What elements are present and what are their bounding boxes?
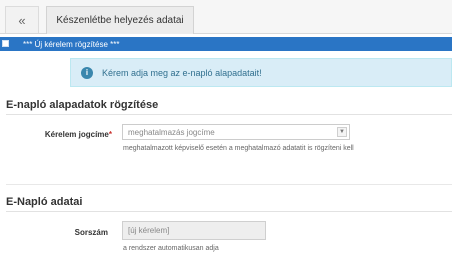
sorszam-label: Sorszám bbox=[74, 228, 108, 237]
basic-data-heading: E-napló alapadatok rögzítése bbox=[6, 99, 159, 111]
collapse-toggle-icon[interactable] bbox=[2, 40, 9, 47]
info-alert: i Kérem adja meg az e-napló alapadatait! bbox=[70, 58, 452, 87]
tab-bar: « Készenlétbe helyezés adatai bbox=[0, 0, 452, 34]
required-marker: * bbox=[108, 130, 112, 139]
divider bbox=[6, 184, 452, 185]
sorszam-help-text: a rendszer automatikusan adja bbox=[123, 245, 219, 252]
chevron-down-icon[interactable]: ▼ bbox=[337, 127, 347, 137]
back-tab-button[interactable]: « bbox=[5, 6, 39, 33]
section-header-label: *** Új kérelem rögzítése *** bbox=[23, 39, 120, 49]
kerelem-label-text: Kérelem jogcíme bbox=[44, 130, 109, 139]
select-value: meghatalmazás jogcíme bbox=[128, 127, 215, 137]
page: « Készenlétbe helyezés adatai *** Új kér… bbox=[0, 0, 452, 270]
info-icon: i bbox=[81, 66, 93, 79]
divider bbox=[6, 211, 452, 212]
kerelem-jogcime-label: Kérelem jogcíme* bbox=[20, 130, 112, 139]
kerelem-jogcime-select[interactable]: meghatalmazás jogcíme ▼ bbox=[122, 124, 350, 140]
alert-message: Kérem adja meg az e-napló alapadatait! bbox=[102, 67, 262, 78]
sorszam-value: [új kérelem] bbox=[128, 226, 170, 235]
double-chevron-left-icon: « bbox=[18, 12, 26, 28]
sorszam-field[interactable]: [új kérelem] bbox=[122, 221, 266, 240]
section-header-bar: *** Új kérelem rögzítése *** bbox=[0, 37, 452, 51]
divider bbox=[6, 114, 452, 115]
kerelem-help-text: meghatalmazott képviselő esetén a meghat… bbox=[123, 145, 354, 152]
enaplo-data-heading: E-Napló adatai bbox=[6, 196, 83, 208]
tab-keszenletbe-helyezes-adatai[interactable]: Készenlétbe helyezés adatai bbox=[46, 6, 194, 34]
tab-label: Készenlétbe helyezés adatai bbox=[56, 15, 184, 26]
